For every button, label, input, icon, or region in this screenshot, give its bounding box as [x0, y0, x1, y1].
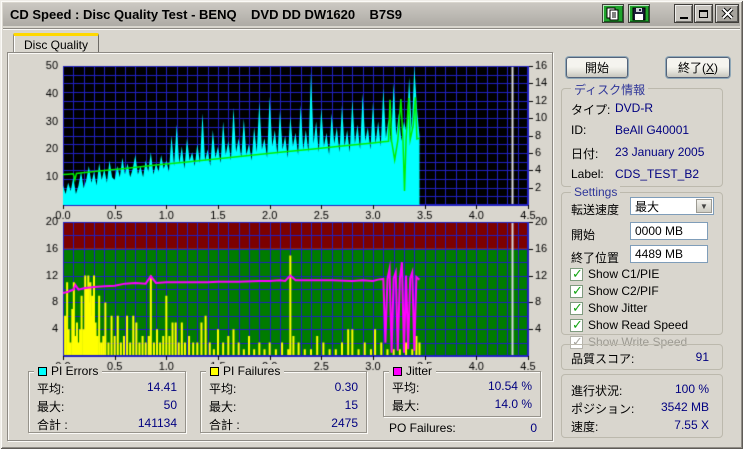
pi-failures-stats-group: PI Failures 平均: 0.30 最大: 15 合計 : 2475: [200, 364, 367, 433]
transfer-speed-label: 転送速度: [571, 203, 620, 217]
stat-label: 合計 :: [209, 418, 240, 432]
stat-label: 合計 :: [37, 418, 68, 432]
quality-score-label: 品質スコア:: [571, 352, 635, 366]
stat-label: 最大:: [37, 400, 65, 414]
stat-value: 14.0 %: [494, 397, 532, 411]
minimize-button[interactable]: [674, 4, 693, 23]
disc-type-value: DVD-R: [615, 101, 653, 115]
pi-errors-read-speed-chart: [8, 60, 553, 220]
progress-label: 進行状況:: [571, 384, 623, 398]
stat-value: 141134: [137, 416, 177, 430]
pi-errors-swatch-icon: [38, 366, 47, 376]
disc-date-label: 日付:: [571, 147, 599, 161]
position-value: 3542 MB: [660, 400, 709, 414]
po-failures-value: 0: [530, 421, 537, 435]
stat-label: 平均:: [37, 382, 65, 396]
pi-errors-stats-group: PI Errors 平均: 14.41 最大: 50 合計 : 141134: [28, 364, 186, 433]
checkbox-icon: [570, 317, 583, 333]
stat-value: 15: [344, 398, 358, 412]
disc-id-value: BeAll G40001: [615, 123, 690, 137]
start-button[interactable]: 開始: [566, 57, 628, 78]
po-failures-label: PO Failures:: [389, 421, 456, 435]
checkbox-show-c2-pif[interactable]: Show C2/PIF: [570, 283, 659, 299]
speed-value: 7.55 X: [674, 418, 709, 432]
tab-label: Disc Quality: [23, 37, 88, 52]
disc-label-value: CDS_TEST_B2: [615, 167, 700, 181]
transfer-speed-value: 最大: [635, 199, 660, 214]
settings-caption: Settings: [571, 185, 621, 199]
po-failures-row: PO Failures: 0: [389, 421, 537, 435]
copy-to-clipboard-button[interactable]: [602, 4, 624, 23]
stat-label: 平均:: [392, 381, 420, 395]
checkbox-icon: [570, 300, 583, 316]
pi-errors-caption: PI Errors: [51, 364, 99, 378]
end-position-field[interactable]: 4489 MB: [630, 245, 708, 263]
speed-label: 速度:: [571, 420, 599, 434]
checkbox-icon: [570, 266, 583, 282]
disc-info-group: ディスク情報 タイプ: DVD-R ID: BeAll G40001 日付: 2…: [561, 81, 723, 187]
start-button-label: 開始: [584, 61, 609, 75]
start-position-field[interactable]: 0000 MB: [630, 222, 708, 240]
disc-id-label: ID:: [571, 123, 587, 137]
progress-value: 100 %: [674, 382, 709, 396]
quality-score-value: 91: [695, 350, 709, 364]
disc-info-caption: ディスク情報: [571, 81, 649, 98]
stat-label: 平均:: [209, 382, 237, 396]
title-divider: [3, 28, 740, 30]
maximize-button[interactable]: [694, 4, 713, 23]
disc-label-label: Label:: [571, 167, 604, 181]
settings-group: Settings 転送速度 最大 ▼ 開始 0000 MB 終了位置 4489 …: [561, 185, 723, 350]
minimize-icon: [679, 17, 688, 19]
tab-disc-quality[interactable]: Disc Quality: [13, 33, 99, 53]
disc-date-value: 23 January 2005: [615, 145, 705, 159]
exit-button[interactable]: 終了(X): [666, 57, 730, 78]
copy-document-icon: [606, 7, 620, 21]
disc-type-label: タイプ:: [571, 103, 611, 117]
checkbox-show-read-speed[interactable]: Show Read Speed: [570, 317, 688, 333]
stat-label: 最大:: [209, 400, 237, 414]
stat-value: 10.54 %: [487, 379, 532, 393]
pi-failures-swatch-icon: [210, 366, 219, 376]
start-position-label: 開始: [571, 228, 596, 242]
checkbox-show-c1-pie[interactable]: Show C1/PIE: [570, 266, 659, 282]
progress-group: 進行状況: 100 % ポジション: 3542 MB 速度: 7.55 X: [561, 374, 723, 438]
stat-value: 0.30: [334, 380, 358, 394]
jitter-stats-group: Jitter 平均: 10.54 % 最大: 14.0 %: [383, 364, 541, 417]
window-title: CD Speed : Disc Quality Test - BENQ DVD …: [10, 7, 403, 22]
jitter-caption: Jitter: [406, 364, 433, 378]
chevron-down-icon[interactable]: ▼: [696, 199, 712, 213]
close-button[interactable]: [715, 4, 739, 23]
position-label: ポジション:: [571, 402, 635, 416]
stat-value: 14.41: [146, 380, 177, 394]
end-position-label: 終了位置: [571, 251, 620, 265]
stat-label: 最大:: [392, 399, 420, 413]
checkbox-icon: [570, 283, 583, 299]
stat-value: 2475: [331, 416, 358, 430]
checkbox-show-jitter[interactable]: Show Jitter: [570, 300, 647, 316]
pi-failures-caption: PI Failures: [223, 364, 281, 378]
jitter-swatch-icon: [393, 366, 402, 376]
close-icon: [721, 7, 734, 20]
floppy-disk-icon: [632, 7, 646, 21]
save-button[interactable]: [628, 4, 650, 23]
quality-score-group: 品質スコア: 91: [561, 344, 723, 370]
pi-failures-jitter-chart: [8, 216, 553, 372]
maximize-icon: [699, 9, 708, 18]
transfer-speed-combobox[interactable]: 最大 ▼: [630, 197, 714, 215]
stat-value: 50: [163, 398, 177, 412]
app-window: CD Speed : Disc Quality Test - BENQ DVD …: [0, 0, 743, 449]
